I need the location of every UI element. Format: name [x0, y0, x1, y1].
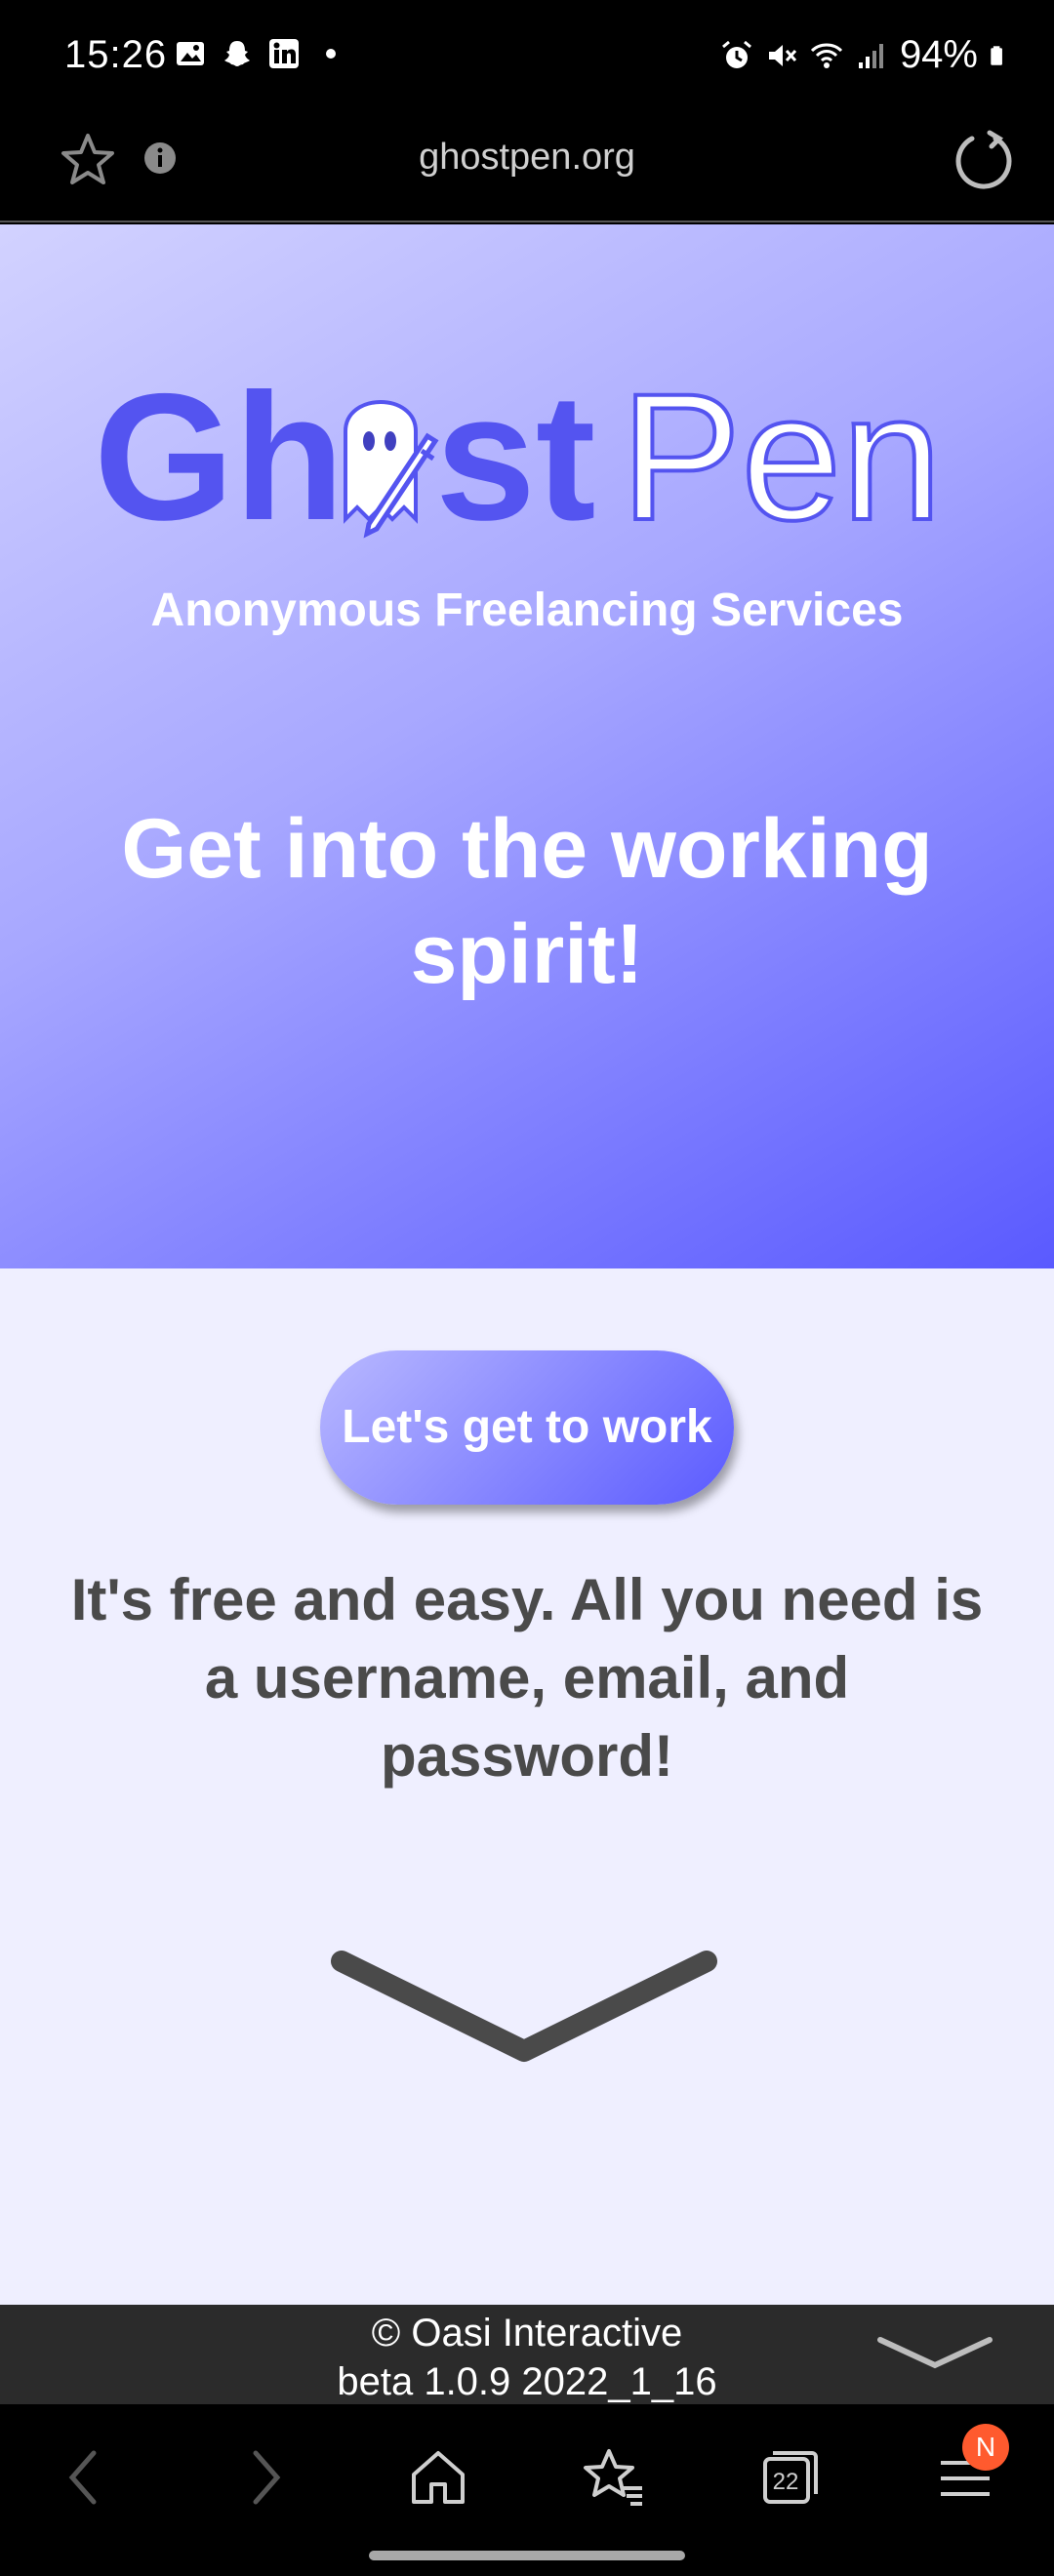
battery-icon: [991, 45, 1002, 65]
snapchat-icon: [224, 41, 250, 66]
linkedin-icon: [269, 39, 299, 68]
bookmark-star-icon[interactable]: [59, 131, 117, 189]
main-content: Let's get to work It's free and easy. Al…: [0, 1268, 1054, 2305]
bookmarks-icon[interactable]: [580, 2443, 648, 2512]
home-icon[interactable]: [404, 2443, 472, 2512]
tabs-button[interactable]: 22: [755, 2443, 824, 2512]
battery-percent: 94%: [899, 33, 978, 76]
status-bar: 15:26 94%: [0, 0, 1054, 115]
wifi-icon: [810, 43, 842, 68]
home-indicator[interactable]: [369, 2551, 685, 2560]
status-notification-icons: [174, 37, 347, 70]
hero-heading: Get into the working spirit!: [121, 802, 933, 1001]
alarm-icon: [721, 40, 751, 68]
mute-icon: [768, 44, 797, 66]
back-icon[interactable]: [51, 2443, 119, 2512]
tab-count: 22: [772, 2469, 799, 2495]
signup-info-text: It's free and easy. All you need is a us…: [70, 1567, 984, 1789]
logo-text-pen: Pen: [621, 373, 942, 539]
site-info-icon[interactable]: [142, 141, 178, 176]
signal-icon: [858, 43, 883, 68]
tagline: Anonymous Freelancing Services: [150, 584, 904, 636]
logo-text-st: st: [435, 373, 596, 539]
menu-notification-badge: N: [962, 2424, 1009, 2471]
status-time: 15:26: [64, 33, 168, 76]
logo-text-gh: Gh: [94, 373, 345, 539]
get-to-work-button[interactable]: Let's get to work: [320, 1350, 734, 1505]
scroll-down-chevron-icon[interactable]: [322, 1942, 732, 2078]
ghost-pen-icon: [344, 400, 439, 539]
status-system-icons: 94%: [720, 33, 1011, 77]
dot-icon: [326, 49, 336, 59]
footer: © Oasi Interactive beta 1.0.9 2022_1_16: [0, 2305, 1054, 2404]
ghostpen-logo: Gh st Pen: [94, 373, 944, 539]
hero-section: Gh st Pen Anonymous Freelancing Services…: [0, 224, 1054, 1268]
gallery-icon: [177, 42, 204, 65]
forward-icon[interactable]: [230, 2443, 299, 2512]
collapse-chevron-icon[interactable]: [874, 2332, 995, 2375]
reload-icon[interactable]: [953, 129, 1015, 191]
